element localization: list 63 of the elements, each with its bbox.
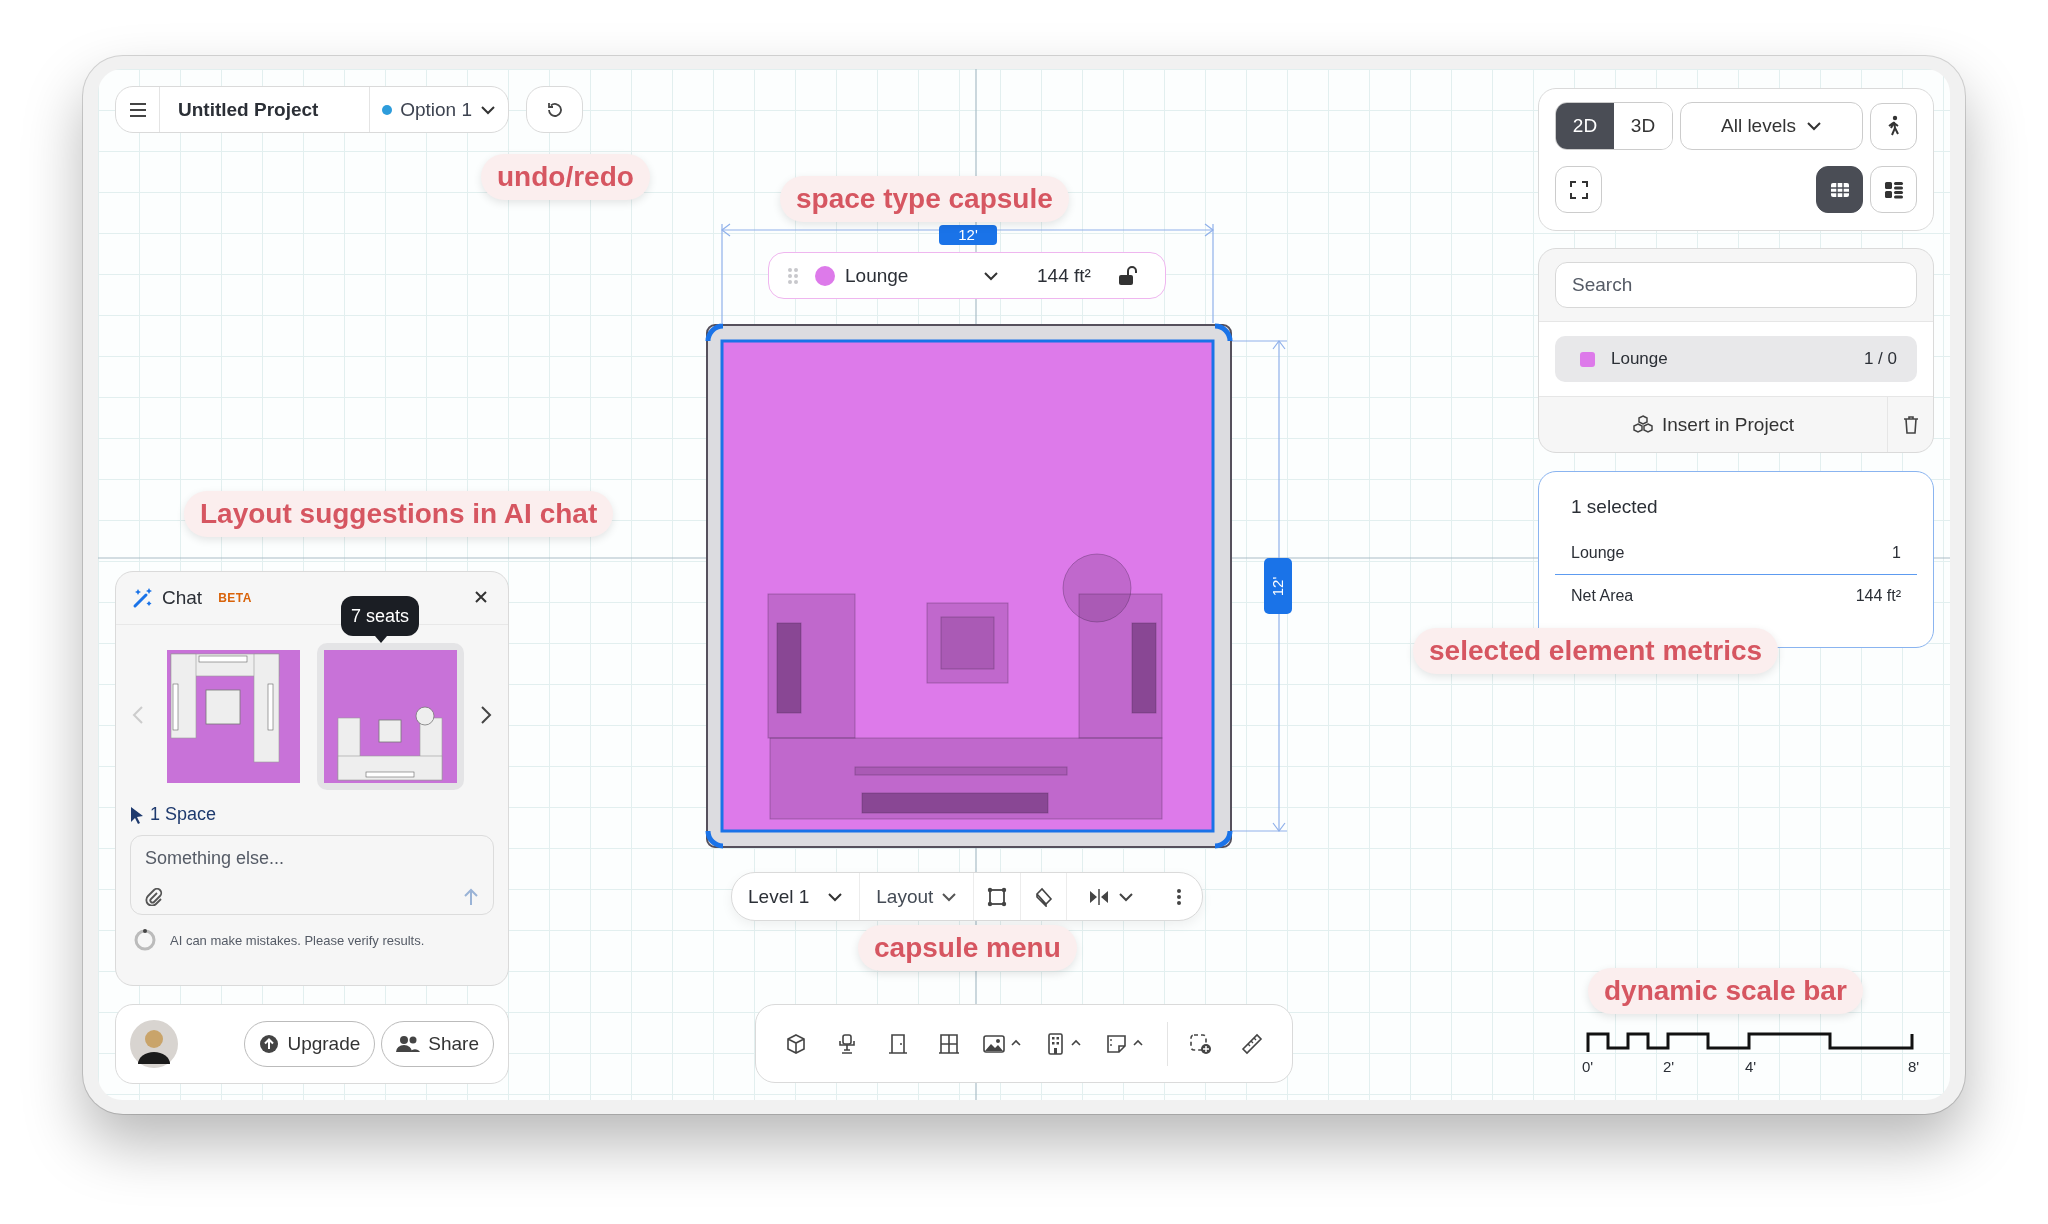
fullscreen-icon[interactable] <box>1555 166 1602 213</box>
selection-count: 1 selected <box>1570 496 1659 518</box>
space-type-dropdown[interactable]: Lounge <box>815 264 999 287</box>
avatar[interactable] <box>130 1020 178 1068</box>
metric-value: 144 ft² <box>1855 587 1901 605</box>
levels-dropdown[interactable]: All levels <box>1680 102 1863 150</box>
grid-view-icon[interactable] <box>1816 166 1863 213</box>
annotation-label: undo/redo <box>481 154 650 200</box>
corner-handle[interactable] <box>705 323 724 342</box>
annotation-label: capsule menu <box>858 925 1077 971</box>
search-field[interactable]: Search <box>1555 262 1917 308</box>
people-icon <box>396 1035 421 1053</box>
annotation-label: Layout suggestions in AI chat <box>184 491 614 537</box>
annotation-label: dynamic scale bar <box>1588 968 1863 1014</box>
annotation-label: space type capsule <box>780 176 1069 222</box>
walk-icon[interactable] <box>1870 102 1917 150</box>
beta-label: BETA <box>218 591 252 605</box>
disclaimer: AI can make mistakes. Please verify results. <box>170 932 425 948</box>
scale-label: 2' <box>1663 1058 1675 1075</box>
chevron-down-icon <box>827 891 844 902</box>
selection-context[interactable]: 1 Space <box>150 804 217 825</box>
message-field[interactable]: Something else... <box>145 846 479 876</box>
status-dot <box>382 104 393 115</box>
insert-button[interactable]: Insert in Project <box>1539 397 1887 452</box>
dimension-label: 12' <box>1264 558 1292 614</box>
chevron-down-icon <box>480 104 496 115</box>
dimension-label: 12' <box>939 225 997 245</box>
drag-handle-icon[interactable] <box>787 266 799 285</box>
option-dropdown[interactable]: Option 1 <box>370 87 508 132</box>
space-count: 1 / 0 <box>1863 349 1897 369</box>
chevron-down-icon <box>1806 121 1822 131</box>
spinner-icon <box>134 929 156 951</box>
chat-title: Chat <box>162 587 203 609</box>
metric-value: 1 <box>1892 544 1901 562</box>
upload-icon <box>259 1034 280 1054</box>
message-box[interactable]: Something else... <box>130 835 494 915</box>
corner-handle[interactable] <box>705 830 724 849</box>
chevron-down-icon <box>983 270 999 281</box>
cursor-icon <box>130 805 144 824</box>
blocks-icon <box>1632 414 1654 435</box>
scale-label: 0' <box>1582 1058 1594 1075</box>
scale-label: 4' <box>1745 1058 1757 1075</box>
list-view-icon[interactable] <box>1870 166 1917 213</box>
project-title[interactable]: Untitled Project <box>160 87 371 132</box>
corner-handle[interactable] <box>1214 830 1233 849</box>
scale-label: 8' <box>1908 1058 1920 1075</box>
space-type-name: Lounge <box>1611 349 1669 369</box>
magic-wand-icon <box>132 587 154 609</box>
lock-icon[interactable] <box>1116 265 1137 286</box>
view-mode-tab[interactable]: 2D <box>1556 103 1614 149</box>
metric-label: Lounge <box>1571 544 1625 562</box>
annotation-label: selected element metrics <box>1413 628 1779 674</box>
space-type-item[interactable]: Lounge 1 / 0 <box>1555 336 1917 382</box>
tooltip-pointer <box>375 636 387 643</box>
level-dropdown[interactable]: Level 1 <box>732 873 860 920</box>
metric-label: Net Area <box>1571 587 1634 605</box>
chevron-down-icon <box>941 891 958 902</box>
attach-icon[interactable] <box>145 888 163 906</box>
area-value: 144 ft² <box>1037 264 1091 287</box>
undo-button[interactable] <box>526 86 583 133</box>
corner-handle[interactable] <box>1214 323 1233 342</box>
layout-dropdown[interactable]: Layout <box>859 873 974 920</box>
tooltip: 7 seats <box>341 596 420 636</box>
